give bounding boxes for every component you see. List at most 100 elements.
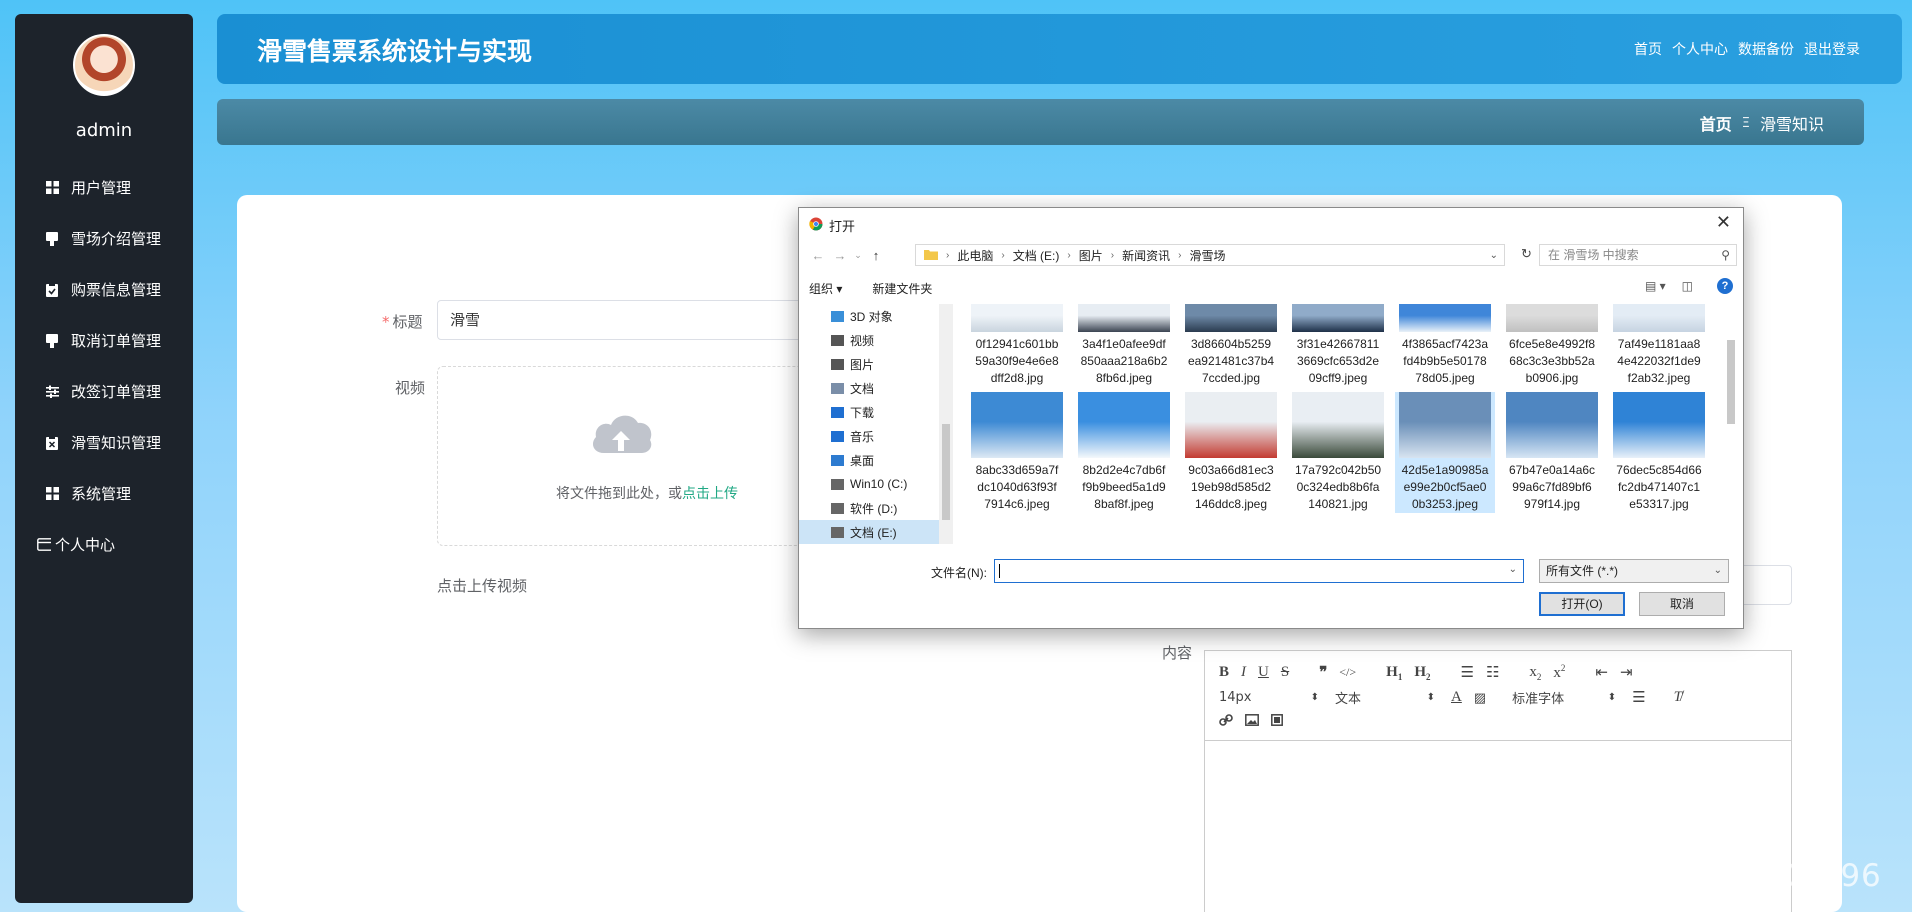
video-upload-dropzone[interactable]: 将文件拖到此处，或点击上传 — [437, 366, 857, 546]
files-scrollbar[interactable] — [1725, 304, 1737, 544]
file-item[interactable]: 4f3865acf7423a fd4b9b5e50178 78d05.jpeg — [1395, 304, 1495, 387]
select-arrows-icon: ⬍ — [1310, 692, 1319, 703]
file-item[interactable]: 6fce5e8e4992f8 68c3c3e3bb52a b0906.jpg — [1502, 304, 1602, 387]
file-item[interactable]: 76dec5c854d66 fc2db471407c1 e53317.jpg — [1609, 392, 1709, 513]
file-item[interactable]: 9c03a66d81ec3 19eb98d585d2 146ddc8.jpeg — [1181, 392, 1281, 513]
organize-button[interactable]: 组织 ▾ — [809, 280, 842, 297]
font-family-select[interactable]: 标准字体 ⬍ — [1512, 688, 1632, 707]
breadcrumb-home[interactable]: 首页 — [1700, 111, 1732, 135]
outdent-icon[interactable]: ⇤ — [1595, 663, 1608, 682]
background-color-button[interactable]: ▨ — [1474, 690, 1486, 706]
file-name-line: b0906.jpg — [1525, 371, 1579, 385]
nav-data-backup[interactable]: 数据备份 — [1738, 39, 1794, 59]
chevron-down-icon[interactable]: ⌄ — [1509, 564, 1517, 575]
chevron-down-icon[interactable]: ⌄ — [1490, 250, 1498, 261]
sidebar-item-cancel-order[interactable]: 取消订单管理 — [15, 315, 193, 366]
file-item[interactable]: 8abc33d659a7f dc1040d63f93f 7914c6.jpeg — [967, 392, 1067, 513]
path-segment[interactable]: 滑雪场 — [1189, 247, 1225, 264]
tree-item[interactable]: 文档 (E:) — [799, 520, 939, 544]
sidebar-item-system[interactable]: 系统管理 — [15, 468, 193, 519]
upload-link[interactable]: 点击上传 — [682, 486, 738, 502]
new-folder-button[interactable]: 新建文件夹 — [872, 280, 932, 297]
strike-button[interactable]: S — [1281, 664, 1289, 681]
font-color-button[interactable]: A — [1451, 689, 1462, 706]
refresh-icon[interactable]: ↻ — [1521, 246, 1532, 262]
superscript-button[interactable]: x2 — [1553, 663, 1565, 682]
sidebar-item-user-management[interactable]: 用户管理 — [15, 162, 193, 213]
subscript-button[interactable]: x2 — [1529, 664, 1541, 682]
nav-logout[interactable]: 退出登录 — [1804, 39, 1860, 59]
scrollbar-thumb[interactable] — [1727, 340, 1735, 424]
view-mode-icon[interactable]: ▤ ▾ — [1645, 279, 1666, 293]
h2-button[interactable]: H2 — [1414, 664, 1430, 682]
path-segment[interactable]: 新闻资讯 — [1122, 247, 1170, 264]
code-button[interactable]: </> — [1339, 665, 1356, 680]
quote-button[interactable]: ❞ — [1319, 663, 1327, 682]
cancel-button[interactable]: 取消 — [1639, 592, 1725, 616]
address-bar[interactable]: › 此电脑 › 文档 (E:) › 图片 › 新闻资讯 › 滑雪场 ⌄ — [915, 244, 1505, 266]
font-size-select[interactable]: 14px ⬍ — [1219, 690, 1335, 705]
tree-scrollbar[interactable] — [939, 304, 953, 544]
tree-item[interactable]: 音乐 — [799, 424, 939, 448]
path-segment[interactable]: 此电脑 — [957, 247, 993, 264]
title-input[interactable]: 滑雪 — [437, 300, 857, 340]
h1-button[interactable]: H1 — [1386, 664, 1402, 682]
video-icon[interactable] — [1271, 714, 1283, 731]
file-item[interactable]: 8b2d2e4c7db6f f9b9beed5a1d9 8baf8f.jpeg — [1074, 392, 1174, 513]
help-icon[interactable]: ? — [1717, 278, 1733, 294]
sidebar-item-label: 个人中心 — [55, 536, 116, 554]
indent-icon[interactable]: ⇥ — [1620, 663, 1633, 682]
file-item[interactable]: 7af49e1181aa8 4e422032f1de9 f2ab32.jpeg — [1609, 304, 1709, 387]
underline-button[interactable]: U — [1258, 664, 1269, 681]
sidebar-item-snowfield-intro[interactable]: 雪场介绍管理 — [15, 213, 193, 264]
tree-item[interactable]: Win10 (C:) — [799, 472, 939, 496]
file-item[interactable]: 17a792c042b50 0c324edb8b6fa 140821.jpg — [1288, 392, 1388, 513]
filename-input[interactable]: ⌄ — [994, 559, 1524, 583]
path-segment[interactable]: 图片 — [1079, 247, 1103, 264]
tree-item[interactable]: 下载 — [799, 400, 939, 424]
ordered-list-icon[interactable]: ☰ — [1461, 663, 1474, 682]
block-format-select[interactable]: 文本 ⬍ — [1335, 688, 1451, 707]
open-button[interactable]: 打开(O) — [1539, 592, 1625, 616]
up-icon[interactable]: ↑ — [865, 248, 887, 263]
align-icon[interactable]: ☰ — [1632, 688, 1645, 707]
file-item[interactable]: 67b47e0a14a6c 99a6c7fd89bf6 979f14.jpg — [1502, 392, 1602, 513]
sidebar-item-ticket-info[interactable]: 购票信息管理 — [15, 264, 193, 315]
file-item[interactable]: 42d5e1a90985a e99e2b0cf5ae0 0b3253.jpeg — [1395, 392, 1495, 513]
tree-item[interactable]: 文档 — [799, 376, 939, 400]
file-item[interactable]: 3d86604b5259 ea921481c37b4 7ccded.jpg — [1181, 304, 1281, 387]
bullet-list-icon[interactable]: ☷ — [1486, 663, 1499, 682]
recent-dropdown-icon[interactable]: ⌄ — [851, 250, 865, 261]
tree-item-label: 软件 (D:) — [850, 501, 898, 516]
nav-home[interactable]: 首页 — [1634, 39, 1662, 59]
link-icon[interactable] — [1219, 713, 1233, 732]
forward-icon[interactable]: → — [829, 248, 851, 263]
sidebar-item-reschedule-order[interactable]: 改签订单管理 — [15, 366, 193, 417]
avatar[interactable] — [73, 34, 135, 96]
file-item[interactable]: 3a4f1e0afee9df 850aaa218a6b2 8fb6d.jpeg — [1074, 304, 1174, 387]
file-item[interactable]: 0f12941c601bb 59a30f9e4e6e8 dff2d8.jpg — [967, 304, 1067, 387]
nav-personal-center[interactable]: 个人中心 — [1672, 39, 1728, 59]
toolbar-row-1: B I U S ❞ </> H1 H2 ☰ ☷ x2 x2 ⇤ ⇥ — [1219, 663, 1645, 682]
scrollbar-thumb[interactable] — [942, 424, 950, 520]
app-title: 滑雪售票系统设计与实现 — [257, 37, 533, 66]
file-item[interactable]: 3f31e42667811 3669cfc653d2e 09cff9.jpeg — [1288, 304, 1388, 387]
bold-button[interactable]: B — [1219, 664, 1229, 681]
tree-item[interactable]: 图片 — [799, 352, 939, 376]
sidebar-item-personal-center[interactable]: 个人中心 — [15, 519, 193, 570]
path-segment[interactable]: 文档 (E:) — [1013, 247, 1060, 264]
italic-button[interactable]: I — [1241, 664, 1246, 681]
sidebar-item-label: 系统管理 — [71, 485, 132, 503]
image-icon[interactable] — [1245, 714, 1259, 731]
filetype-select[interactable]: 所有文件 (*.*) ⌄ — [1539, 559, 1729, 583]
tree-item[interactable]: 3D 对象 — [799, 304, 939, 328]
folder-search-input[interactable]: 在 滑雪场 中搜索 ⚲ — [1539, 244, 1737, 266]
tree-item[interactable]: 桌面 — [799, 448, 939, 472]
close-icon[interactable]: ✕ — [1716, 212, 1731, 233]
tree-item[interactable]: 软件 (D:) — [799, 496, 939, 520]
back-icon[interactable]: ← — [807, 248, 829, 263]
preview-pane-icon[interactable]: ◫ — [1682, 279, 1693, 293]
tree-item[interactable]: 视频 — [799, 328, 939, 352]
clear-format-icon[interactable]: T̸ — [1674, 689, 1682, 706]
sidebar-item-ski-knowledge[interactable]: 滑雪知识管理 — [15, 417, 193, 468]
